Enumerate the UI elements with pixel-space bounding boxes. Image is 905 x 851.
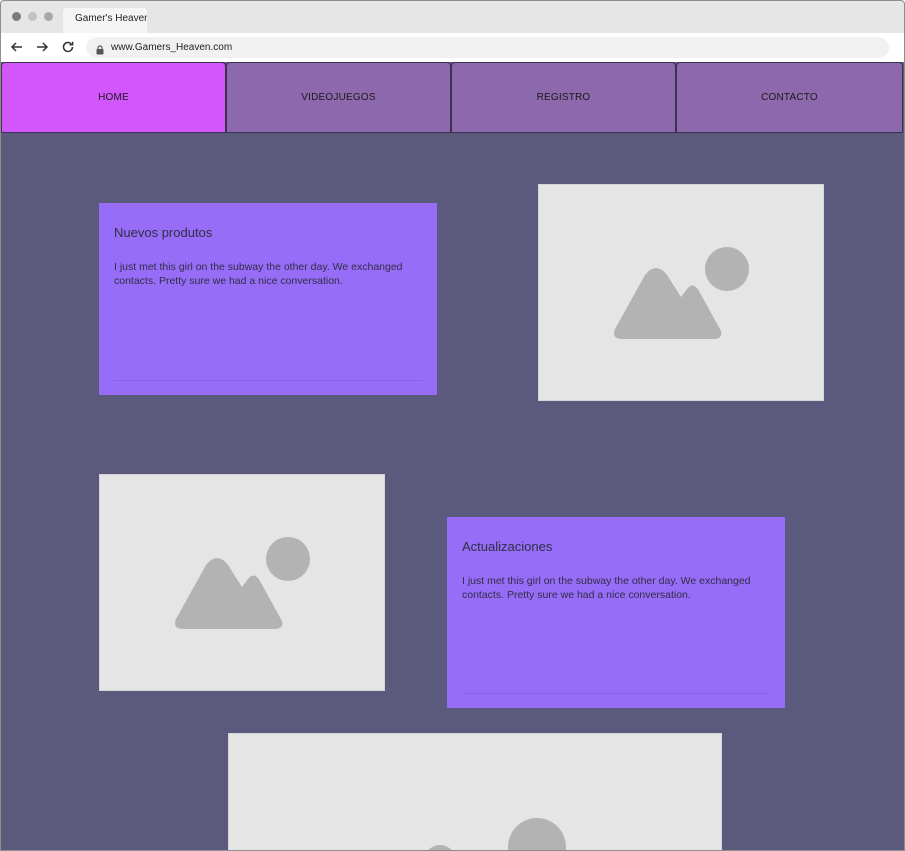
image-placeholder-icon: [428, 818, 566, 850]
updates-card: Actualizaciones I just met this girl on …: [447, 517, 785, 708]
card-divider: [462, 693, 770, 694]
browser-toolbar: www.Gamers_Heaven.com: [1, 33, 904, 62]
window-minimize-icon[interactable]: [28, 12, 37, 21]
lock-icon: [96, 42, 104, 55]
card-body: I just met this girl on the subway the o…: [114, 261, 403, 287]
card-divider: [114, 380, 422, 381]
browser-tab[interactable]: Gamer's Heaven: [63, 8, 147, 33]
news-card: Nuevos produtos I just met this girl on …: [99, 203, 437, 395]
nav-item-contacto[interactable]: CONTACTO: [676, 62, 903, 133]
arrow-left-icon[interactable]: [9, 39, 25, 55]
tab-title: Gamer's Heaven: [75, 13, 147, 24]
nav-item-label: HOME: [98, 92, 129, 103]
image-placeholder-icon: [175, 537, 310, 629]
window-maximize-icon[interactable]: [44, 12, 53, 21]
image-placeholder: [99, 474, 385, 691]
card-title: Nuevos produtos: [114, 225, 213, 240]
nav-item-label: REGISTRO: [536, 92, 591, 103]
site-navigation: HOME VIDEOJUEGOS REGISTRO CONTACTO: [1, 62, 904, 134]
browser-window: Gamer's Heaven www.Gamers_Heaven.com HOM…: [0, 0, 905, 851]
reload-icon[interactable]: [60, 39, 76, 55]
arrow-right-icon[interactable]: [34, 39, 50, 55]
nav-item-registro[interactable]: REGISTRO: [451, 62, 676, 133]
nav-item-videojuegos[interactable]: VIDEOJUEGOS: [226, 62, 451, 133]
nav-item-label: CONTACTO: [761, 92, 818, 103]
image-placeholder-icon: [614, 247, 749, 339]
address-bar[interactable]: www.Gamers_Heaven.com: [86, 37, 889, 58]
image-placeholder: [228, 733, 722, 850]
window-close-icon[interactable]: [12, 12, 21, 21]
browser-titlebar: Gamer's Heaven: [1, 1, 904, 33]
image-placeholder: [538, 184, 824, 401]
card-body: I just met this girl on the subway the o…: [462, 575, 751, 601]
nav-item-label: VIDEOJUEGOS: [301, 92, 376, 103]
nav-item-home[interactable]: HOME: [1, 62, 226, 133]
url-text: www.Gamers_Heaven.com: [111, 42, 233, 53]
card-title: Actualizaciones: [462, 539, 553, 554]
